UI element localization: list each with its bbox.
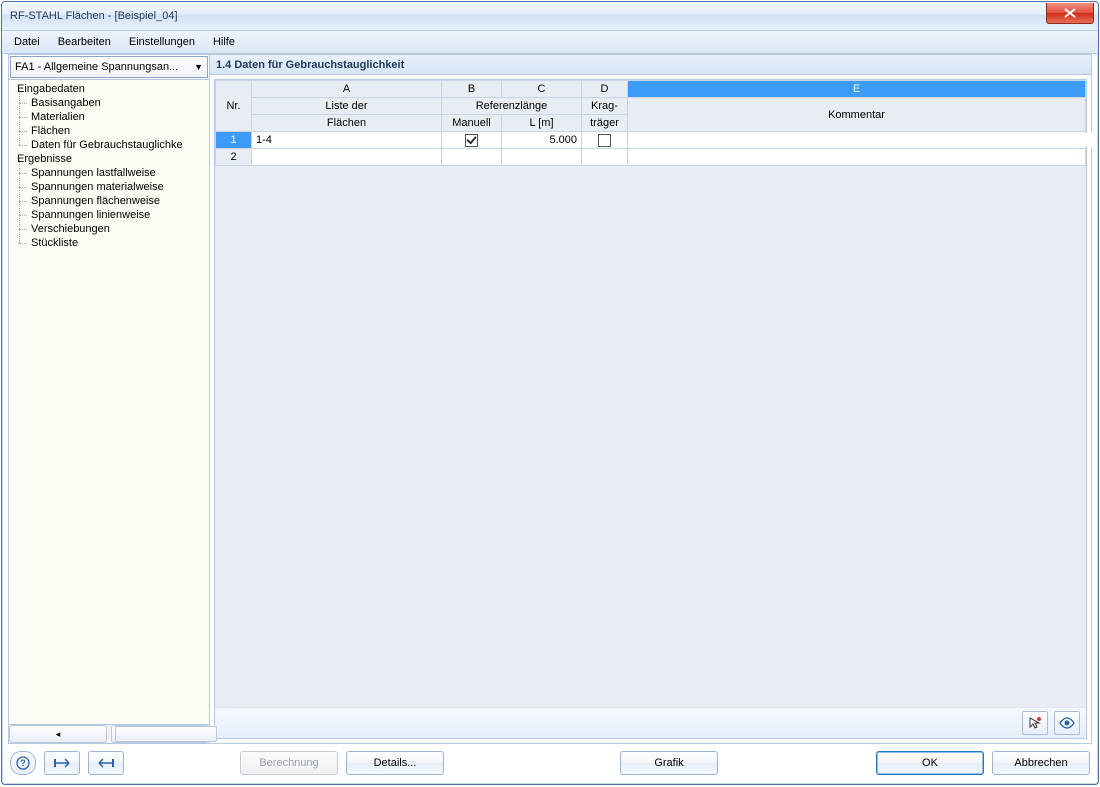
menu-einstellungen[interactable]: Einstellungen (121, 34, 203, 50)
chevron-down-icon: ▼ (194, 62, 203, 72)
cell-l[interactable]: 5.000 (502, 132, 582, 149)
kommentar-input[interactable] (628, 133, 1093, 147)
cell-krag[interactable] (582, 149, 628, 166)
navigator: FA1 - Allgemeine Spannungsan... ▼ Eingab… (8, 54, 209, 744)
cell-kommentar[interactable] (628, 149, 1086, 166)
scroll-thumb[interactable] (115, 726, 217, 742)
cell-manuell[interactable] (442, 132, 502, 149)
col-header-manuell: Manuell (442, 115, 502, 132)
window-close-button[interactable] (1046, 3, 1094, 24)
panel-title: 1.4 Daten für Gebrauchstauglichkeit (210, 55, 1091, 75)
tree-item-materialien[interactable]: Materialien (9, 110, 209, 124)
col-letter-c[interactable]: C (502, 81, 582, 98)
cell-krag[interactable] (582, 132, 628, 149)
col-letter-b[interactable]: B (442, 81, 502, 98)
tree-item-sp-linien[interactable]: Spannungen linienweise (9, 208, 209, 222)
ok-button[interactable]: OK (876, 751, 984, 775)
row-number[interactable]: 2 (216, 149, 252, 166)
col-header-liste-1: Liste der (252, 98, 442, 115)
titlebar: RF-STAHL Flächen - [Beispiel_04] (2, 2, 1098, 31)
nav-tree: Eingabedaten Basisangaben Materialien Fl… (9, 79, 209, 724)
tree-item-flaechen[interactable]: Flächen (9, 124, 209, 138)
cell-flaechen[interactable] (252, 149, 442, 166)
tree-item-sp-flaechen[interactable]: Spannungen flächenweise (9, 194, 209, 208)
col-letter-d[interactable]: D (582, 81, 628, 98)
arrow-prev-icon (54, 757, 70, 769)
col-header-reflen: Referenzlänge (442, 98, 582, 115)
menu-hilfe[interactable]: Hilfe (205, 34, 243, 50)
svg-text:?: ? (20, 758, 26, 768)
help-button[interactable]: ? (10, 751, 36, 775)
cell-flaechen[interactable]: 1-4 (252, 132, 442, 149)
row-number[interactable]: 1 (216, 132, 252, 149)
tree-group-eingabedaten[interactable]: Eingabedaten (9, 82, 209, 96)
menu-bearbeiten[interactable]: Bearbeiten (50, 34, 119, 50)
col-letter-e[interactable]: E (628, 81, 1086, 98)
app-window: RF-STAHL Flächen - [Beispiel_04] Datei B… (1, 1, 1099, 785)
main-panel: 1.4 Daten für Gebrauchstauglichkeit Nr. … (209, 54, 1092, 744)
menu-datei[interactable]: Datei (6, 34, 48, 50)
table-row[interactable]: 2 (216, 149, 1086, 166)
pick-button[interactable] (1022, 711, 1048, 735)
cell-l[interactable] (502, 149, 582, 166)
table-row[interactable]: 1 1-4 5.000 (216, 132, 1086, 149)
berechnung-button[interactable]: Berechnung (240, 751, 338, 775)
cursor-pick-icon (1028, 716, 1042, 730)
details-button[interactable]: Details... (346, 751, 444, 775)
grafik-button[interactable]: Grafik (620, 751, 718, 775)
tree-item-verschiebungen[interactable]: Verschiebungen (9, 222, 209, 236)
eye-icon (1059, 717, 1075, 729)
tree-item-gebrauchstauglichkeit[interactable]: Daten für Gebrauchstauglichke (9, 138, 209, 152)
abbrechen-button[interactable]: Abbrechen (992, 751, 1090, 775)
dialog-footer: ? Berechnung Details... Grafik OK Abbrec… (8, 744, 1092, 778)
fa-dropdown-label: FA1 - Allgemeine Spannungsan... (15, 61, 178, 73)
close-icon (1064, 8, 1076, 18)
nav-hscrollbar[interactable]: ◂ ▸ (9, 724, 209, 743)
col-header-nr[interactable]: Nr. (216, 81, 252, 132)
grid-empty-area (215, 166, 1086, 707)
prev-button[interactable] (44, 751, 80, 775)
data-grid: Nr. A B C D E Liste der Referenzlänge Kr… (214, 79, 1087, 739)
fa-dropdown[interactable]: FA1 - Allgemeine Spannungsan... ▼ (10, 56, 208, 78)
window-title: RF-STAHL Flächen - [Beispiel_04] (10, 10, 178, 22)
menubar: Datei Bearbeiten Einstellungen Hilfe (2, 31, 1098, 54)
scroll-track[interactable] (107, 726, 111, 742)
tree-item-basisangaben[interactable]: Basisangaben (9, 96, 209, 110)
tree-item-stueckliste[interactable]: Stückliste (9, 236, 209, 250)
col-header-liste-2: Flächen (252, 115, 442, 132)
col-header-kommentar: Kommentar (628, 98, 1086, 132)
scroll-left-button[interactable]: ◂ (9, 725, 107, 743)
tree-item-sp-lastfall[interactable]: Spannungen lastfallweise (9, 166, 209, 180)
col-letter-a[interactable]: A (252, 81, 442, 98)
arrow-next-icon (98, 757, 114, 769)
cell-manuell[interactable] (442, 149, 502, 166)
help-icon: ? (16, 756, 30, 770)
tree-item-sp-material[interactable]: Spannungen materialweise (9, 180, 209, 194)
col-header-l: L [m] (502, 115, 582, 132)
col-header-krag-2: träger (582, 115, 628, 132)
panel-toolbar (215, 707, 1086, 738)
cell-kommentar[interactable] (628, 132, 1086, 149)
next-button[interactable] (88, 751, 124, 775)
tree-group-ergebnisse[interactable]: Ergebnisse (9, 152, 209, 166)
col-header-krag-1: Krag- (582, 98, 628, 115)
view-button[interactable] (1054, 711, 1080, 735)
checkbox-icon (598, 134, 611, 147)
checkbox-icon (465, 134, 478, 147)
